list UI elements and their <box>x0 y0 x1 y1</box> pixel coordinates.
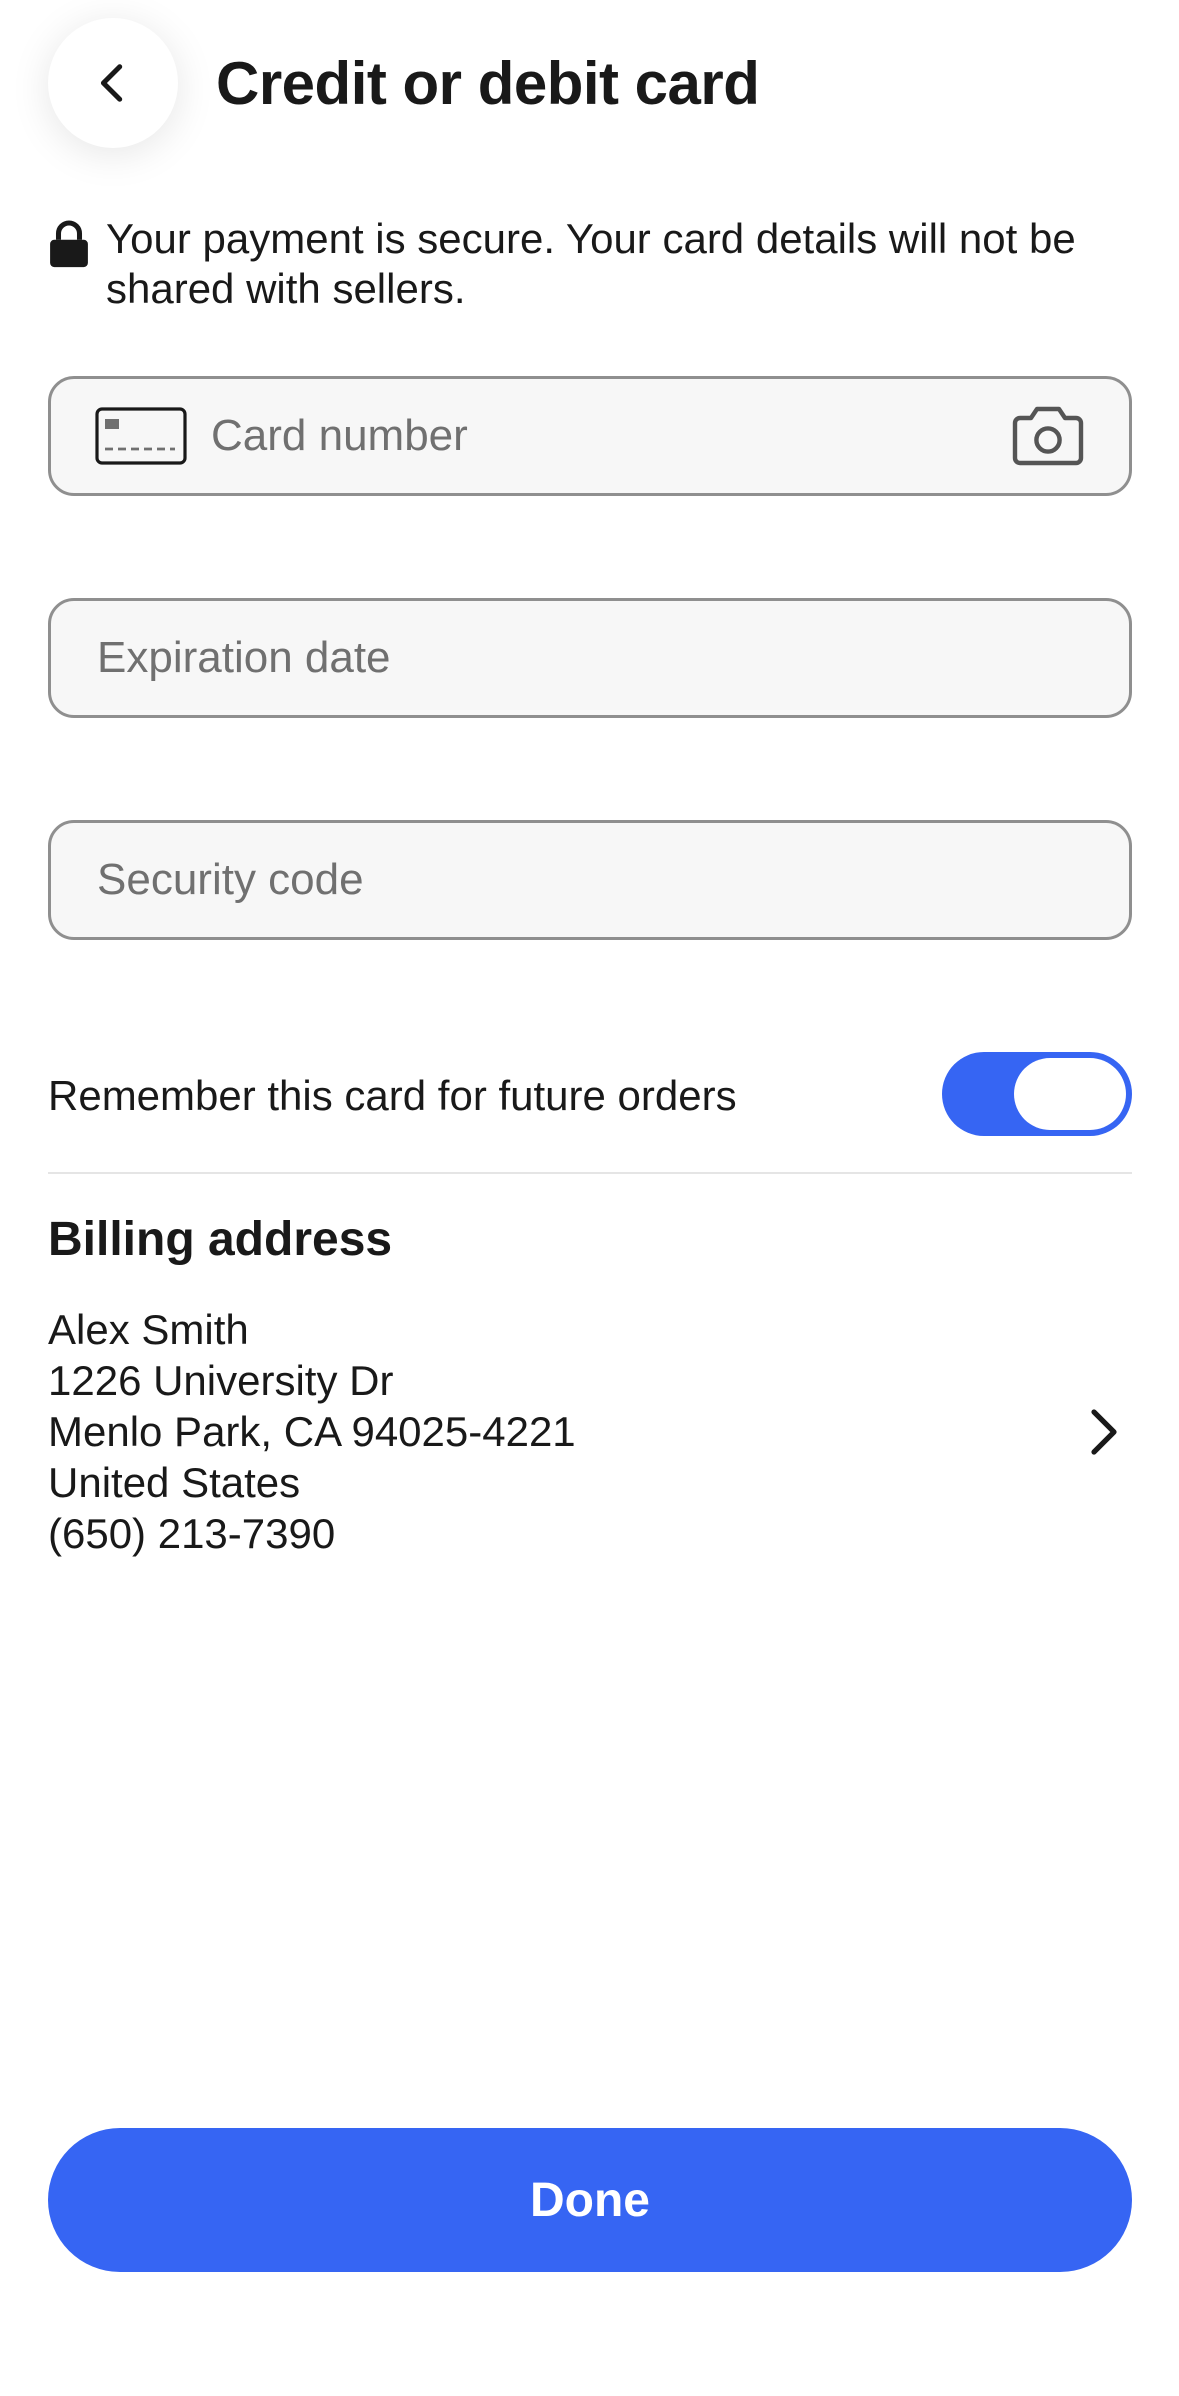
divider <box>48 1172 1132 1174</box>
billing-phone: (650) 213-7390 <box>48 1510 336 1557</box>
card-number-field[interactable] <box>48 376 1132 496</box>
billing-city-line: Menlo Park, CA 94025-4221 <box>48 1408 576 1455</box>
billing-country: United States <box>48 1459 301 1506</box>
expiration-date-field[interactable] <box>48 598 1132 718</box>
lock-icon <box>50 220 88 268</box>
remember-card-toggle[interactable] <box>942 1052 1132 1136</box>
toggle-knob <box>1014 1058 1126 1130</box>
billing-address-row[interactable]: Alex Smith 1226 University Dr Menlo Park… <box>48 1304 1132 1559</box>
camera-icon[interactable] <box>1011 405 1085 467</box>
billing-street: 1226 University Dr <box>48 1357 394 1404</box>
card-number-input[interactable] <box>211 379 1011 493</box>
page-title: Credit or debit card <box>216 50 760 117</box>
billing-name: Alex Smith <box>48 1306 249 1353</box>
done-button[interactable]: Done <box>48 2128 1132 2272</box>
billing-address-details: Alex Smith 1226 University Dr Menlo Park… <box>48 1304 576 1559</box>
secure-payment-note: Your payment is secure. Your card detail… <box>48 214 1128 314</box>
billing-address-title: Billing address <box>48 1213 393 1266</box>
secure-note-text: Your payment is secure. Your card detail… <box>106 215 1076 312</box>
credit-card-form-screen: Credit or debit card Your payment is sec… <box>0 0 1179 2396</box>
back-button[interactable] <box>48 18 178 148</box>
security-code-input[interactable] <box>97 823 1097 937</box>
remember-card-label: Remember this card for future orders <box>48 1072 737 1119</box>
card-icon <box>95 407 187 465</box>
chevron-right-icon <box>1091 1408 1117 1455</box>
security-code-field[interactable] <box>48 820 1132 940</box>
expiration-date-input[interactable] <box>97 601 1097 715</box>
chevron-left-icon <box>100 64 123 102</box>
